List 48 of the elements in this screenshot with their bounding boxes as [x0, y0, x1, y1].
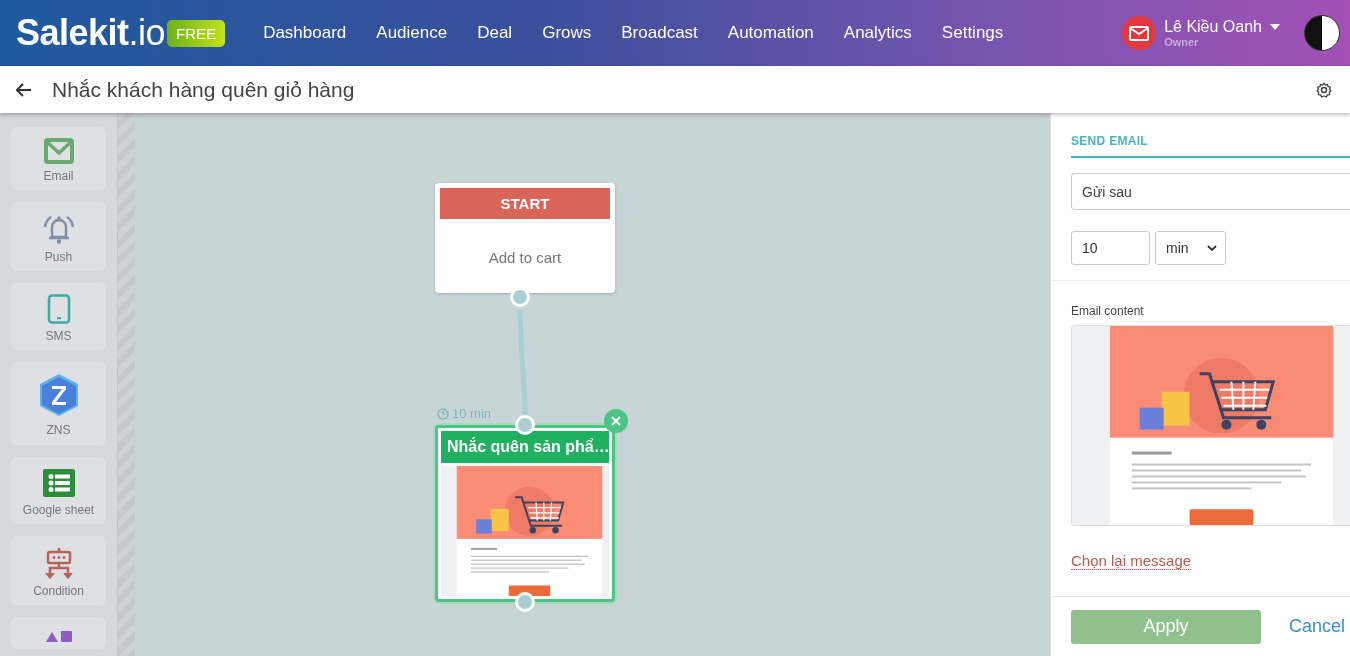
node-label: Add to cart [487, 248, 563, 268]
input-port[interactable] [515, 415, 535, 435]
toolbox-item[interactable]: Google sheet [11, 457, 106, 524]
delay-label: 10 min [452, 406, 492, 421]
node-title: Nhắc quên sản phẩ… [441, 431, 609, 463]
clock-icon [437, 407, 449, 420]
node-title: START [440, 188, 610, 219]
nav-link[interactable]: Analytics [843, 23, 912, 43]
page-title: Nhắc khách hàng quên giỏ hàng [52, 77, 355, 102]
reselect-link[interactable]: Chọn lại message [1071, 552, 1192, 570]
plan-badge: FREE [167, 19, 226, 47]
delay-input[interactable]: 10 [1071, 231, 1150, 265]
list-icon [41, 468, 76, 498]
back-arrow-icon[interactable] [16, 82, 32, 97]
caret-icon[interactable] [1270, 24, 1280, 30]
nav-link[interactable]: Deal [477, 23, 513, 43]
flow-node[interactable]: Nhắc quên sản phẩ… [435, 425, 615, 602]
toolbox-item[interactable]: ZNS [11, 362, 106, 445]
toolbox-item[interactable]: Push [11, 202, 106, 271]
nav-link[interactable]: Dashboard [263, 23, 347, 43]
toolbox-item[interactable]: SMS [11, 283, 106, 350]
mail-icon[interactable] [1122, 16, 1157, 50]
toolbox-item[interactable]: Condition [11, 536, 106, 605]
timing-select[interactable]: Gửi sau [1071, 173, 1350, 210]
shapes-icon [43, 628, 74, 642]
toolbox-item[interactable] [11, 617, 106, 649]
user-role: Owner [1164, 36, 1200, 48]
envelope-icon [43, 138, 74, 164]
nav-link[interactable]: Broadcast [621, 23, 698, 43]
close-icon[interactable] [604, 409, 628, 433]
nav-link[interactable]: Settings [941, 23, 1004, 43]
avatar[interactable] [1304, 15, 1340, 51]
toolbox-item[interactable]: Email [11, 127, 106, 190]
flow-node[interactable]: START Add to cart [435, 183, 615, 293]
unit-select[interactable]: min [1155, 231, 1226, 265]
user-name[interactable]: Lê Kiều Oanh [1164, 18, 1262, 36]
field-label: Email content [1071, 304, 1145, 318]
tablet-icon [46, 294, 71, 324]
nav-link[interactable]: Automation [727, 23, 814, 43]
bell-icon [41, 213, 76, 245]
nav-link[interactable]: Audience [376, 23, 448, 43]
settings-icon[interactable] [1316, 81, 1332, 98]
cancel-link[interactable]: Cancel [1289, 616, 1346, 637]
output-port[interactable] [515, 592, 535, 612]
chevron-icon [1207, 245, 1217, 251]
salekit-logo[interactable]: Salekit.io [16, 12, 166, 54]
nav-link[interactable]: Grows [542, 23, 592, 43]
branch-icon [43, 547, 74, 579]
